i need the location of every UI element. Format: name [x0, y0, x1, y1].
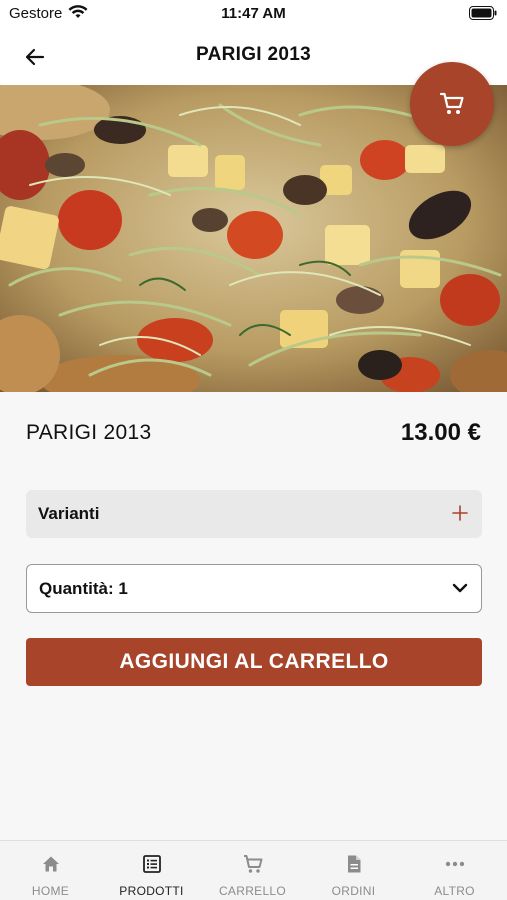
- tab-ordini[interactable]: ORDINI: [303, 841, 404, 900]
- tab-home-label: HOME: [31, 884, 70, 898]
- tab-prodotti-label: PRODOTTI: [119, 884, 184, 898]
- tab-ordini-label: ORDINI: [331, 884, 376, 898]
- page-title: PARIGI 2013: [196, 44, 311, 65]
- product-name: PARIGI 2013: [26, 421, 152, 444]
- tab-altro[interactable]: ALTRO: [404, 841, 505, 900]
- plus-icon: [450, 503, 470, 528]
- tab-prodotti[interactable]: PRODOTTI: [101, 841, 202, 900]
- quantity-label: Quantità: 1: [39, 579, 128, 598]
- quantity-select[interactable]: Quantità: 1: [26, 564, 482, 613]
- bottom-tab-bar: HOME PRODOTTI CARRELLO ORDINI ALTRO: [0, 840, 507, 900]
- variants-expander[interactable]: Varianti: [26, 490, 482, 538]
- cart-icon: [439, 92, 464, 114]
- battery-icon: [469, 6, 497, 24]
- variants-label: Varianti: [38, 504, 100, 523]
- add-to-cart-button[interactable]: AGGIUNGI AL CARRELLO: [26, 638, 482, 686]
- cart-icon: [242, 853, 264, 875]
- tab-carrello-label: CARRELLO: [218, 884, 287, 898]
- chevron-down-icon: [451, 581, 469, 600]
- more-icon: [444, 853, 466, 875]
- document-icon: [343, 853, 365, 875]
- product-price: 13.00 €: [400, 419, 481, 446]
- tab-carrello[interactable]: CARRELLO: [202, 841, 303, 900]
- home-icon: [40, 853, 62, 875]
- clock: 11:47 AM: [221, 5, 286, 22]
- tab-home[interactable]: HOME: [0, 841, 101, 900]
- cart-fab-button[interactable]: [410, 62, 494, 146]
- list-icon: [141, 853, 163, 875]
- status-bar: Gestore 11:47 AM: [0, 0, 507, 28]
- tab-altro-label: ALTRO: [434, 884, 475, 898]
